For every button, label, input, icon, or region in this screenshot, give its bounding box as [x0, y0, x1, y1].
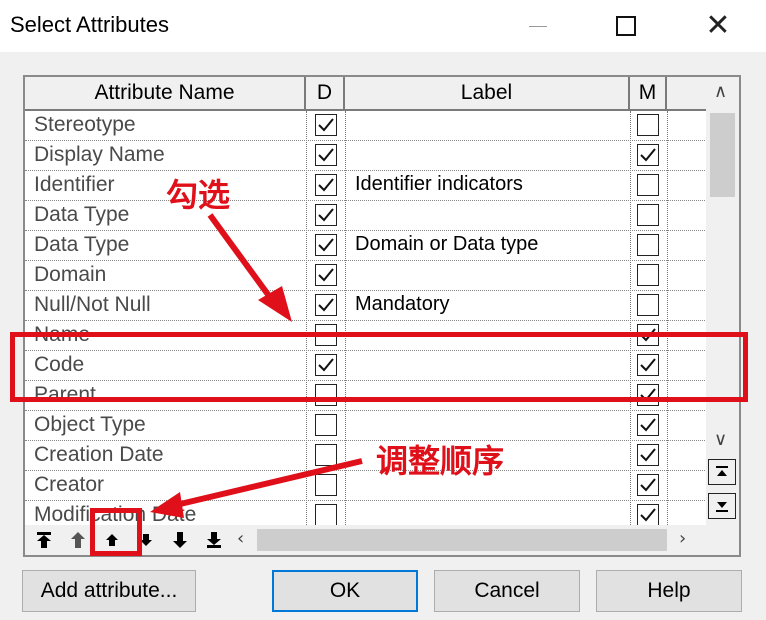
label-cell[interactable]: Identifier indicators: [355, 173, 523, 196]
checkmark-icon: [318, 148, 334, 162]
ok-button[interactable]: OK: [272, 570, 418, 612]
display-checkbox[interactable]: [315, 174, 337, 196]
table-row[interactable]: Domain: [25, 261, 725, 291]
table-row[interactable]: Data Type: [25, 201, 725, 231]
select-attributes-dialog: Select Attributes ✕ Attribute Name D Lab…: [0, 0, 766, 620]
scroll-down-icon[interactable]: ∨: [714, 429, 727, 450]
highlight-name-code-rows: [10, 332, 748, 402]
horizontal-scroll-thumb[interactable]: [257, 529, 667, 551]
checkmark-icon: [318, 268, 334, 282]
display-checkbox[interactable]: [315, 474, 337, 496]
scroll-to-bottom-button[interactable]: [708, 493, 736, 519]
close-button[interactable]: ✕: [690, 0, 746, 52]
display-checkbox[interactable]: [315, 114, 337, 136]
annotation-reorder-text: 调整顺序: [376, 442, 505, 480]
table-row[interactable]: Identifier Identifier indicators: [25, 171, 725, 201]
mandatory-checkbox[interactable]: [637, 474, 659, 496]
cancel-button[interactable]: Cancel: [434, 570, 580, 612]
checkmark-icon: [640, 418, 656, 432]
mandatory-checkbox[interactable]: [637, 204, 659, 226]
checkmark-icon: [640, 148, 656, 162]
mandatory-checkbox[interactable]: [637, 144, 659, 166]
arrow-to-top-icon: [37, 532, 51, 548]
close-icon: ✕: [705, 8, 731, 43]
table-row[interactable]: Object Type: [25, 411, 725, 441]
mandatory-checkbox[interactable]: [637, 294, 659, 316]
scroll-right-icon[interactable]: ›: [679, 528, 686, 549]
checkmark-icon: [640, 508, 656, 522]
checkmark-icon: [318, 118, 334, 132]
dialog-title: Select Attributes: [10, 12, 169, 37]
mandatory-checkbox[interactable]: [637, 174, 659, 196]
highlight-move-up-button: [90, 508, 142, 556]
move-down-more-button[interactable]: [165, 527, 195, 553]
label-cell[interactable]: Mandatory: [355, 293, 450, 316]
checkmark-icon: [640, 448, 656, 462]
attribute-name-cell: Data Type: [34, 233, 130, 256]
attribute-name-cell: Stereotype: [34, 113, 136, 136]
attribute-name-cell: Domain: [34, 263, 107, 286]
column-header-empty: [667, 77, 706, 111]
mandatory-checkbox[interactable]: [637, 504, 659, 526]
column-header-m[interactable]: M: [630, 77, 667, 111]
column-header-d[interactable]: D: [306, 77, 345, 111]
attribute-name-cell: Identifier: [34, 173, 115, 196]
attribute-name-cell: Creator: [34, 473, 105, 496]
table-row[interactable]: Creator: [25, 471, 725, 501]
jump-top-icon: [716, 466, 728, 476]
display-checkbox[interactable]: [315, 444, 337, 466]
display-checkbox[interactable]: [315, 414, 337, 436]
add-attribute-button[interactable]: Add attribute...: [22, 570, 196, 612]
arrow-down-bold-icon: [173, 532, 187, 548]
annotation-check-text: 勾选: [166, 176, 231, 214]
attribute-name-cell: Data Type: [34, 203, 130, 226]
column-header-label[interactable]: Label: [345, 77, 630, 111]
scroll-to-top-button[interactable]: [708, 459, 736, 485]
move-up-disabled-button[interactable]: [63, 527, 93, 553]
scroll-up-icon[interactable]: ∧: [714, 81, 727, 102]
attributes-grid: Attribute Name D Label M Stereotype Displ…: [23, 75, 741, 557]
move-top-button[interactable]: [29, 527, 59, 553]
display-checkbox[interactable]: [315, 294, 337, 316]
minimize-icon: [529, 25, 547, 27]
minimize-button[interactable]: [510, 0, 566, 52]
attribute-name-cell: Object Type: [34, 413, 146, 436]
table-row[interactable]: Display Name: [25, 141, 725, 171]
arrow-up-gray-icon: [71, 532, 85, 548]
checkmark-icon: [318, 178, 334, 192]
table-row[interactable]: Stereotype: [25, 111, 725, 141]
display-checkbox[interactable]: [315, 264, 337, 286]
checkmark-icon: [318, 208, 334, 222]
table-row[interactable]: Null/Not Null Mandatory: [25, 291, 725, 321]
display-checkbox[interactable]: [315, 234, 337, 256]
maximize-button[interactable]: [598, 0, 654, 52]
help-button[interactable]: Help: [596, 570, 742, 612]
mandatory-checkbox[interactable]: [637, 264, 659, 286]
title-bar: Select Attributes ✕: [0, 0, 766, 52]
checkmark-icon: [318, 238, 334, 252]
display-checkbox[interactable]: [315, 204, 337, 226]
move-bottom-button[interactable]: [199, 527, 229, 553]
display-checkbox[interactable]: [315, 504, 337, 526]
label-cell[interactable]: Domain or Data type: [355, 233, 538, 256]
checkmark-icon: [640, 478, 656, 492]
arrow-to-bottom-icon: [207, 532, 221, 548]
jump-bottom-icon: [716, 502, 728, 512]
mandatory-checkbox[interactable]: [637, 414, 659, 436]
attribute-name-cell: Display Name: [34, 143, 165, 166]
attribute-name-cell: Creation Date: [34, 443, 164, 466]
mandatory-checkbox[interactable]: [637, 444, 659, 466]
mandatory-checkbox[interactable]: [637, 114, 659, 136]
table-row[interactable]: Data Type Domain or Data type: [25, 231, 725, 261]
vertical-scrollbar[interactable]: ∧ ∨: [706, 77, 739, 525]
attribute-name-cell: Null/Not Null: [34, 293, 151, 316]
column-header-attribute-name[interactable]: Attribute Name: [25, 77, 306, 111]
vertical-scroll-thumb[interactable]: [710, 113, 735, 197]
scroll-left-icon[interactable]: ‹: [237, 528, 244, 549]
checkmark-icon: [318, 298, 334, 312]
table-row[interactable]: Creation Date: [25, 441, 725, 471]
maximize-icon: [616, 16, 636, 36]
display-checkbox[interactable]: [315, 144, 337, 166]
mandatory-checkbox[interactable]: [637, 234, 659, 256]
